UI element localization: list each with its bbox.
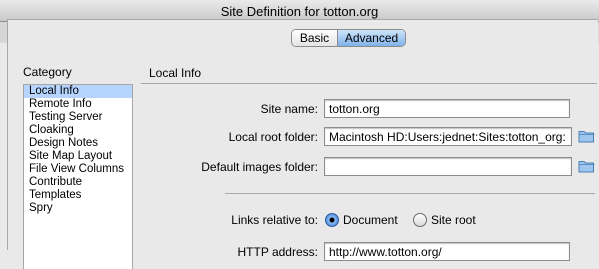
radio-site-root-label: Site root — [431, 213, 476, 227]
category-item-design-notes[interactable]: Design Notes — [24, 137, 132, 150]
tab-advanced[interactable]: Advanced — [338, 30, 405, 46]
links-relative-label: Links relative to: — [231, 213, 318, 227]
panel-header: Local Info — [141, 60, 597, 84]
http-address-label: HTTP address: — [237, 245, 318, 259]
category-item-file-view-columns[interactable]: File View Columns — [24, 163, 132, 176]
local-root-folder-field[interactable]: Macintosh HD:Users:jednet:Sites:totton_o… — [324, 127, 572, 146]
category-label: Category — [23, 65, 72, 79]
panel-title: Local Info — [149, 66, 202, 80]
local-root-folder-label: Local root folder: — [228, 130, 318, 144]
radio-site-root[interactable] — [413, 213, 427, 227]
browse-folder-icon[interactable] — [578, 159, 595, 173]
category-item-testing-server[interactable]: Testing Server — [24, 111, 132, 124]
radio-document[interactable] — [325, 213, 339, 227]
site-name-label: Site name: — [260, 102, 318, 116]
category-list[interactable]: Local Info Remote Info Testing Server Cl… — [23, 84, 133, 269]
default-images-folder-label: Default images folder: — [201, 160, 318, 174]
section-divider — [225, 193, 595, 194]
radio-document-label: Document — [343, 213, 398, 227]
mode-segmented-control: Basic Advanced — [291, 29, 406, 47]
category-item-remote-info[interactable]: Remote Info — [24, 98, 132, 111]
http-address-field[interactable]: http://www.totton.org/ — [324, 242, 570, 261]
site-name-field[interactable]: totton.org — [324, 99, 570, 118]
tab-basic[interactable]: Basic — [292, 30, 338, 46]
category-item-spry[interactable]: Spry — [24, 202, 132, 215]
category-item-cloaking[interactable]: Cloaking — [24, 124, 132, 137]
category-item-local-info[interactable]: Local Info — [24, 85, 132, 98]
category-item-site-map-layout[interactable]: Site Map Layout — [24, 150, 132, 163]
category-item-templates[interactable]: Templates — [24, 189, 132, 202]
default-images-folder-field[interactable] — [324, 157, 572, 176]
window-title: Site Definition for totton.org — [220, 4, 379, 19]
browse-folder-icon[interactable] — [578, 129, 595, 143]
category-item-contribute[interactable]: Contribute — [24, 176, 132, 189]
